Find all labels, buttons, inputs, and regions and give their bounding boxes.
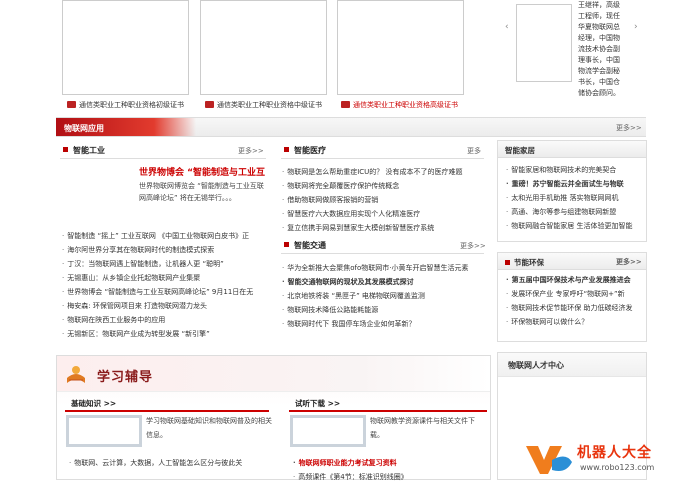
divider [60, 158, 266, 159]
list-item[interactable]: 无锡新区：物联网产业成为转型发展 “新引擎” [62, 327, 268, 341]
book-icon [67, 366, 85, 383]
feature-headline[interactable]: 世界物博会 “智能制造与工业互 [139, 165, 265, 178]
home-news-list: 智能家居和物联网技术的完美契合 重磅！苏宁智能云并全面试生与物联 太和光用手机助… [506, 163, 644, 233]
feature-description: 世界物联网博览会 “智能制造与工业互联网高峰论坛” 将在无锡举行。。。 [139, 182, 264, 202]
basic-thumbnail[interactable] [66, 415, 142, 447]
list-item[interactable]: 物联网、云计算，大数据，人工智能怎么区分与彼此关 [69, 456, 265, 470]
list-item[interactable]: 高频课件《第4节：标准识别线圈》 [293, 470, 487, 484]
list-item[interactable]: 高通、海尔等参与组建物联网新盟 [506, 205, 644, 219]
list-item[interactable]: 物联网时代下 我国停车场企业如何革新？ [282, 317, 487, 331]
section-title-traffic[interactable]: 智能交通 [284, 240, 326, 251]
prev-arrow-icon[interactable]: ‹ [505, 22, 509, 32]
list-item[interactable]: 物联网融合智能家居 生活体验更加智能 [506, 219, 644, 233]
certificate-image-2[interactable] [200, 0, 327, 95]
bullet-square-icon [284, 242, 289, 247]
eco-more-link[interactable]: 更多>> [616, 257, 642, 267]
banner-title: 物联网应用 [56, 118, 196, 136]
bullet-square-icon [63, 147, 68, 152]
list-item[interactable]: 重磅！苏宁智能云并全面试生与物联 [506, 177, 644, 191]
section-title-medical[interactable]: 智能医疗 [284, 145, 326, 156]
list-item[interactable]: 物联网在陕西工业服务中的应用 [62, 313, 268, 327]
study-header: 学习辅导 [57, 356, 490, 392]
list-item[interactable]: 物联网将完全颠覆医疗保护传统概念 [282, 179, 487, 193]
certificate-icon [67, 101, 76, 108]
list-item[interactable]: 复立信携手网易到慧家生大模创新智慧医疗系统 [282, 221, 487, 235]
list-item[interactable]: 北京地铁将装 “黑匣子” 电梯物联网覆盖监测 [282, 289, 487, 303]
medical-news-list: 物联网是怎么帮助重症ICU的？ 没有成本不了的医疗难题 物联网将完全颠覆医疗保护… [282, 165, 487, 235]
bullet-square-icon [505, 260, 510, 265]
list-item[interactable]: 物联网师职业能力考试复习资料 [293, 456, 487, 470]
list-item[interactable]: 智能家居和物联网技术的完美契合 [506, 163, 644, 177]
download-title[interactable]: 试听下载 >> [295, 398, 340, 409]
divider [281, 253, 484, 254]
list-item[interactable]: 华为全新推大会聚焦ofo物联网市·小黄车开启智慧生活元素 [282, 261, 487, 275]
watermark-url: www.robo123.com [580, 463, 655, 472]
next-arrow-icon[interactable]: › [634, 22, 638, 32]
list-item[interactable]: 借助物联网做顾客报销的营销 [282, 193, 487, 207]
certificate-caption-2[interactable]: 通信类职业工种职业资格中级证书 [205, 100, 322, 110]
download-description: 物联网教学资源课件与相关文件下载。 [370, 417, 475, 439]
certificate-icon [341, 101, 350, 108]
title-underline [65, 410, 269, 412]
energy-saving-panel: 节能环保 更多>> 第五届中国环保技术与产业发展推进会 发展环保产业 专家呼吁“… [497, 252, 647, 342]
watermark-brand: 机器人大全 [577, 445, 652, 461]
list-item[interactable]: 梅安森: 环保管网项目来 打造物联网潜力龙头 [62, 299, 268, 313]
expert-photo[interactable] [516, 4, 572, 82]
basic-list: 物联网、云计算，大数据，人工智能怎么区分与彼此关 [69, 456, 265, 470]
section-title-industry[interactable]: 智能工业 [63, 145, 105, 156]
iot-application-banner: 物联网应用 更多>> [56, 117, 646, 137]
list-item[interactable]: 海尔阿世界分享其在物联网时代的制造模式探索 [62, 243, 268, 257]
banner-more-link[interactable]: 更多>> [616, 123, 642, 133]
list-item[interactable]: 智慧医疗六大数据应用实现个人化精准医疗 [282, 207, 487, 221]
industry-more-link[interactable]: 更多>> [238, 146, 264, 156]
feature-image[interactable] [64, 160, 134, 218]
bullet-square-icon [284, 147, 289, 152]
watermark: 机器人大全 www.robo123.com [520, 440, 691, 480]
medical-more-link[interactable]: 更多 [467, 146, 481, 156]
list-item[interactable]: 无锡惠山：从乡镇企业托起物联网产业集聚 [62, 271, 268, 285]
industry-news-list: 智能制造 “摇上” 工业互联网 《中国工业物联网白皮书》正 海尔阿世界分享其在物… [62, 229, 268, 341]
basic-description: 学习物联网基础知识和物联网普及的相关信息。 [146, 417, 272, 439]
list-item[interactable]: 智能制造 “摇上” 工业互联网 《中国工业物联网白皮书》正 [62, 229, 268, 243]
smart-home-panel: 智能家居 智能家居和物联网技术的完美契合 重磅！苏宁智能云并全面试生与物联 太和… [497, 140, 647, 242]
list-item[interactable]: 智能交通物联网的现状及其发展模式探讨 [282, 275, 487, 289]
list-item[interactable]: 世界物博会 “智能制造与工业互联网高峰论坛” 9月11日在无 [62, 285, 268, 299]
expert-bio: 王继祥，高级 工程师，现任 华夏物联网总 经理，中国物 流技术协会副 理事长，中… [578, 1, 620, 97]
certificate-caption-3[interactable]: 通信类职业工种职业资格高级证书 [341, 100, 458, 110]
certificate-caption-1[interactable]: 通信类职业工种职业资格初级证书 [67, 100, 184, 110]
title-underline [289, 410, 487, 412]
traffic-more-link[interactable]: 更多>> [460, 241, 486, 251]
list-item[interactable]: 物联网是怎么帮助重症ICU的？ 没有成本不了的医疗难题 [282, 165, 487, 179]
download-thumbnail[interactable] [290, 415, 366, 447]
list-item[interactable]: 环保物联网可以做什么？ [506, 315, 646, 329]
list-item[interactable]: 发展环保产业 专家呼吁“物联网+”新 [506, 287, 646, 301]
list-item[interactable]: 物联网技术促节能环保 助力低碳经济发 [506, 301, 646, 315]
study-title: 学习辅导 [97, 370, 154, 385]
study-guide-section: 学习辅导 基础知识 >> 学习物联网基础知识和物联网普及的相关信息。 物联网、云… [56, 355, 491, 481]
list-item[interactable]: 丁汉：当物联网遇上智能制造，让机器人更 “聪明” [62, 257, 268, 271]
panel-title[interactable]: 智能家居 [498, 141, 646, 158]
divider [281, 158, 484, 159]
certificate-icon [205, 101, 214, 108]
talent-title[interactable]: 物联网人才中心 [498, 353, 646, 377]
list-item[interactable]: 太和光用手机助推 落实物联网网机 [506, 191, 644, 205]
list-item[interactable]: 第五届中国环保技术与产业发展推进会 [506, 273, 646, 287]
list-item[interactable]: 物联网技术降低公路能耗能源 [282, 303, 487, 317]
eco-news-list: 第五届中国环保技术与产业发展推进会 发展环保产业 专家呼吁“物联网+”新 物联网… [506, 273, 646, 329]
panel-header: 节能环保 更多>> [498, 253, 646, 270]
robot-logo-icon [526, 446, 572, 474]
traffic-news-list: 华为全新推大会聚焦ofo物联网市·小黄车开启智慧生活元素 智能交通物联网的现状及… [282, 261, 487, 331]
basic-knowledge-title[interactable]: 基础知识 >> [71, 398, 116, 409]
certificate-image-3[interactable] [337, 0, 464, 95]
certificate-image-1[interactable] [62, 0, 189, 95]
